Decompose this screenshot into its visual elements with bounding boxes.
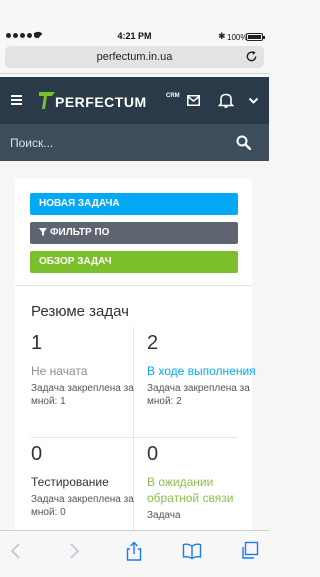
tabs-icon[interactable] <box>240 541 260 561</box>
search-bar <box>0 124 269 161</box>
task-status: Тестирование <box>31 475 109 489</box>
filter-button-label: ФИЛЬТР ПО <box>50 227 110 238</box>
task-overview-button[interactable]: ОБЗОР ЗАДАЧ <box>30 251 238 273</box>
filter-icon <box>39 228 47 236</box>
summary-item-not-started: 1 Не начата Задача закреплена за мной: 1 <box>31 332 141 408</box>
bell-icon[interactable] <box>218 92 234 108</box>
reload-icon[interactable] <box>245 50 258 63</box>
search-input[interactable] <box>0 124 230 161</box>
battery-icon <box>246 33 265 41</box>
url-field[interactable]: perfectum.in.ua <box>5 46 264 68</box>
share-icon[interactable] <box>124 541 144 561</box>
browser-toolbar <box>0 530 269 577</box>
divider <box>15 285 252 286</box>
chevron-down-icon[interactable] <box>248 95 259 106</box>
menu-icon[interactable] <box>11 95 22 105</box>
task-count: 0 <box>147 443 159 465</box>
summary-item-testing: 0 Тестирование Задача закреплена за мной… <box>31 443 141 519</box>
brand-suffix: CRM <box>166 93 180 99</box>
summary-item-in-progress: 2 В ходе выполнения Задача закреплена за… <box>147 332 257 408</box>
task-status: В ожидании обратной связи <box>147 475 234 505</box>
brand-name: PERFECTUM <box>55 94 147 110</box>
row-divider <box>31 437 238 438</box>
new-task-button[interactable]: НОВАЯ ЗАДАЧА <box>30 193 238 215</box>
logo-mark-icon <box>39 92 55 109</box>
assigned-to-me: Задача закреплена за мной: 2 <box>147 383 250 407</box>
bluetooth-icon: ✱ <box>218 31 226 41</box>
assigned-to-me: Задача <box>147 510 181 521</box>
forward-icon[interactable] <box>64 541 84 561</box>
tasks-card: НОВАЯ ЗАДАЧА ФИЛЬТР ПО ОБЗОР ЗАДАЧ Резюм… <box>15 179 256 559</box>
bookmarks-icon[interactable] <box>182 541 202 561</box>
battery-percent: 100% <box>227 33 248 42</box>
task-status: Не начата <box>31 364 88 378</box>
url-text: perfectum.in.ua <box>96 51 173 63</box>
assigned-to-me: Задача закреплена за мной: 0 <box>31 494 134 518</box>
assigned-to-me: Задача закреплена за мной: 1 <box>31 383 134 407</box>
task-count: 0 <box>31 443 43 465</box>
mail-icon[interactable] <box>187 95 200 106</box>
task-status: В ходе выполнения <box>147 364 256 378</box>
back-icon[interactable] <box>6 541 26 561</box>
filter-button[interactable]: ФИЛЬТР ПО <box>30 222 238 244</box>
task-count: 1 <box>31 332 43 354</box>
summary-title: Резюме задач <box>31 303 129 320</box>
search-icon[interactable] <box>236 135 251 150</box>
summary-item-awaiting-feedback: 0 В ожидании обратной связи Задача <box>147 443 257 522</box>
task-count: 2 <box>147 332 159 354</box>
browser-chrome: 4:21 PM ✱ 100% perfectum.in.ua <box>0 0 269 74</box>
app-header: PERFECTUM CRM <box>0 77 269 124</box>
